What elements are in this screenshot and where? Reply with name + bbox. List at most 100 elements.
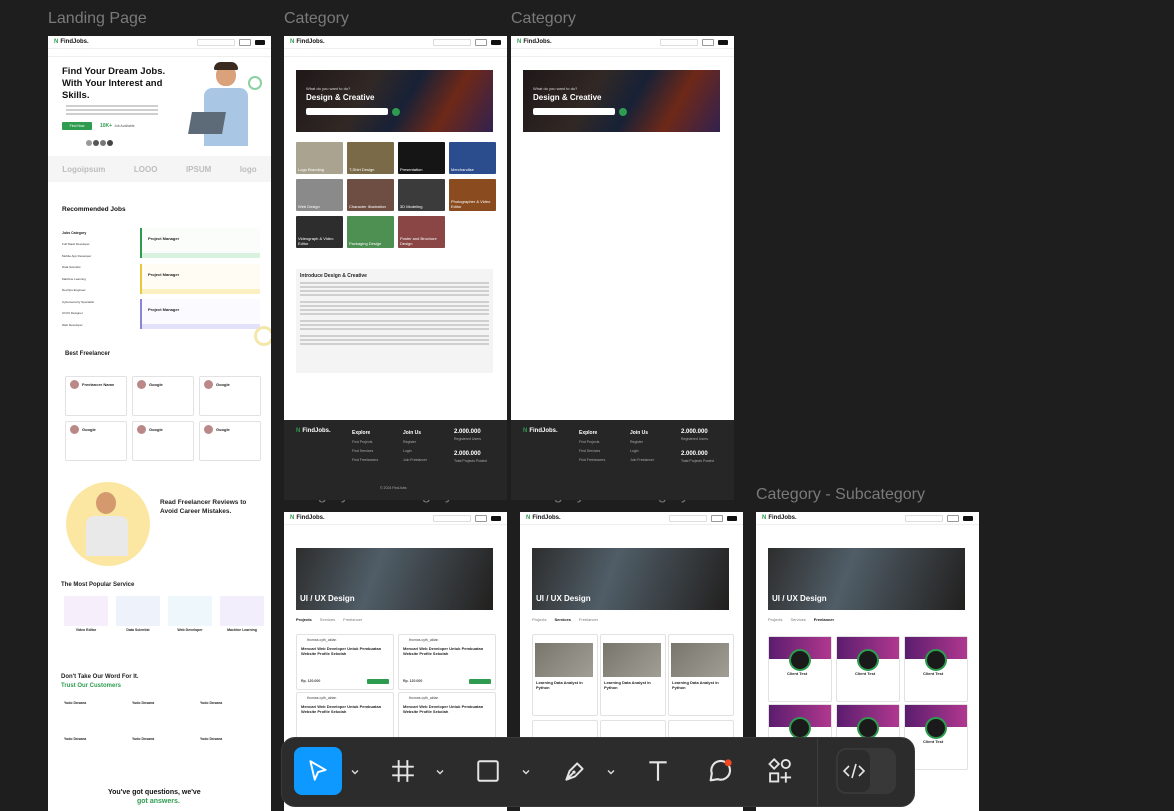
footer-link[interactable]: Register [630,440,643,444]
chevron-down-icon[interactable] [521,767,531,777]
category-item[interactable]: DevOps Engineer [62,285,128,297]
category-item[interactable]: Full Stack Developer [62,239,128,251]
tab-services[interactable]: Services [554,617,570,622]
nav-search[interactable] [197,38,235,46]
client-card[interactable]: Client Test [836,636,900,702]
project-card[interactable]: thomas.cyth_aldan Mencari Web Developer U… [296,634,394,690]
hero-search-button[interactable] [619,107,627,116]
tab-freelancer[interactable]: Freelancer [343,617,362,622]
category-tile[interactable]: Videograph & Video Editor [296,216,343,248]
footer-link[interactable]: Join Freelancer [630,458,654,462]
landing-page-frame[interactable]: N FindJobs. · · · · Find Your Dream Jobs. Wi… [48,36,271,811]
category-item[interactable]: Mobile App Developer [62,251,128,263]
tab-projects[interactable]: Projects [296,617,312,622]
tab-services[interactable]: Services [320,617,335,622]
freelancer-card[interactable]: Google [199,421,261,461]
frame-label-landing[interactable]: Landing Page [48,10,147,28]
chevron-down-icon[interactable] [350,767,360,777]
category-tile[interactable]: 3D Modeling [398,179,445,211]
text-tool[interactable] [634,747,682,795]
category-item[interactable]: Web Developer [62,320,128,332]
job-card[interactable]: Project Manager [140,299,260,329]
footer-link[interactable]: Register [403,440,416,444]
comment-tool[interactable] [696,747,744,795]
category-tile[interactable]: Photographer & Video Editor [449,179,496,211]
dev-mode-toggle[interactable] [836,748,896,794]
apply-button[interactable] [367,679,389,684]
footer-link[interactable]: Login [403,449,412,453]
frame-label-category-1[interactable]: Category [284,10,349,28]
category-tile[interactable]: Poster and Brochure Design [398,216,445,248]
hero-search-button[interactable] [392,107,400,116]
category-item[interactable]: UI/UX Designer [62,308,128,320]
service-card[interactable]: Data Scientist [116,596,160,632]
apply-button[interactable] [469,679,491,684]
nav-search[interactable] [433,514,471,522]
nav-login[interactable] [702,38,714,46]
category-tile[interactable]: Web Design [296,179,343,211]
rectangle-tool[interactable] [464,747,512,795]
tab-services[interactable]: Services [790,617,805,622]
service-card[interactable]: Machine Learning [220,596,264,632]
tab-freelancer[interactable]: Freelancer [579,617,598,622]
client-card[interactable]: Client Test [904,636,968,702]
service-card[interactable]: Learning Data Analyst in Python [532,634,598,716]
nav-register[interactable] [491,515,501,521]
hero-search-input[interactable] [533,108,615,115]
footer-link[interactable]: Find Freelancers [579,458,605,462]
service-card[interactable]: Web Developer [168,596,212,632]
client-card[interactable]: Client Test [768,636,832,702]
frame-label-category-2[interactable]: Category [511,10,576,28]
service-card[interactable]: Video Editor [64,596,108,632]
nav-search[interactable] [905,514,943,522]
nav-register[interactable] [963,515,973,521]
nav-search[interactable] [433,38,471,46]
category-tile[interactable]: Merchandise [449,142,496,174]
job-card[interactable]: Project Manager [140,228,260,258]
freelancer-card[interactable]: Google [199,376,261,416]
job-card[interactable]: Project Manager [140,264,260,294]
tab-freelancer[interactable]: Freelancer [814,617,834,622]
freelancer-card[interactable]: Google [132,376,194,416]
frame-tool[interactable] [379,747,427,795]
nav-register[interactable] [255,39,265,45]
category-tile[interactable]: Logo Branding [296,142,343,174]
move-tool[interactable] [294,747,342,795]
pen-tool[interactable] [551,747,599,795]
tab-projects[interactable]: Projects [532,617,546,622]
footer-link[interactable]: Join Freelancer [403,458,427,462]
nav-login[interactable] [475,38,487,46]
nav-search[interactable] [660,38,698,46]
category-item[interactable]: Machine Learning [62,274,128,286]
tab-projects[interactable]: Projects [768,617,782,622]
category-tile[interactable]: Presentation [398,142,445,174]
frame-label-subcategory-3[interactable]: Category - Subcategory [756,486,925,504]
freelancer-card[interactable]: Google [65,421,127,461]
assets-tool[interactable] [756,747,804,795]
footer-link[interactable]: Find Projects [352,440,372,444]
chevron-down-icon[interactable] [606,767,616,777]
hero-search-input[interactable] [306,108,388,115]
footer-link[interactable]: Login [630,449,639,453]
footer-link[interactable]: Find Projects [579,440,599,444]
nav-login[interactable] [947,514,959,522]
category-tile[interactable]: T-Shirt Design [347,142,394,174]
category-tile[interactable]: Character Illustration [347,179,394,211]
chevron-down-icon[interactable] [435,767,445,777]
nav-login[interactable] [239,38,251,46]
category-frame-2[interactable]: N FindJobs. · · · What do you want to do? D… [511,36,734,500]
nav-register[interactable] [727,515,737,521]
category-item[interactable]: Cybersecurity Specialist [62,297,128,309]
freelancer-card[interactable]: Google [132,421,194,461]
nav-register[interactable] [718,39,728,45]
category-frame-1[interactable]: N FindJobs. · · · What do you want to do? D… [284,36,507,500]
service-card[interactable]: Learning Data Analyst in Python [600,634,666,716]
nav-register[interactable] [491,39,501,45]
nav-login[interactable] [475,514,487,522]
footer-link[interactable]: Find Services [579,449,600,453]
footer-link[interactable]: Find Freelancers [352,458,378,462]
project-card[interactable]: thomas.cyth_aldan Mencari Web Developer U… [398,634,496,690]
nav-login[interactable] [711,514,723,522]
hero-cta-button[interactable]: Find Now [62,122,92,130]
service-card[interactable]: Learning Data Analyst in Python [668,634,734,716]
